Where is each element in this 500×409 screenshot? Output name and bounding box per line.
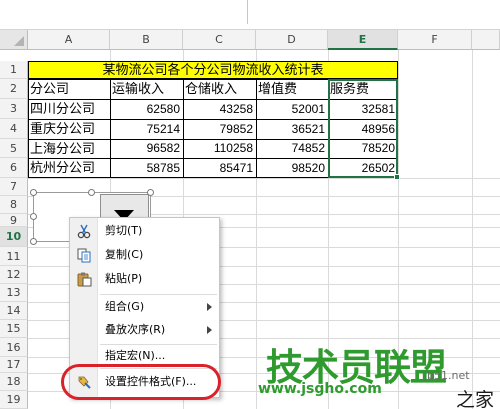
table-cell[interactable]: 52001 (256, 99, 328, 119)
table-cell[interactable]: 74852 (256, 139, 328, 158)
resize-handle[interactable] (30, 238, 37, 245)
row-header-6[interactable]: 6 (0, 158, 28, 178)
sheet-title-cell[interactable]: 某物流公司各个分公司物流收入统计表 (28, 61, 398, 79)
menu-separator (100, 294, 217, 295)
row-header-9[interactable]: 9 (0, 214, 28, 227)
row-header-3[interactable]: 3 (0, 99, 28, 119)
row-header-7[interactable]: 7 (0, 178, 28, 196)
column-header-f[interactable]: F (398, 30, 472, 50)
table-cell[interactable]: 98520 (256, 158, 328, 178)
menu-item-order[interactable]: 叠放次序(R) (70, 319, 219, 341)
select-all-triangle-icon (14, 36, 24, 46)
row-header-15[interactable]: 15 (0, 320, 28, 338)
select-all-button[interactable] (0, 30, 28, 50)
watermark-url: www.jsgho.com (258, 381, 382, 397)
menu-item-paste[interactable]: 粘贴(P) (70, 268, 219, 290)
row-header-18[interactable]: 18 (0, 373, 28, 391)
row-header-17[interactable]: 17 (0, 357, 28, 373)
column-header-g[interactable] (472, 30, 500, 50)
resize-handle[interactable] (30, 213, 37, 220)
column-header-d[interactable]: D (256, 30, 328, 50)
table-cell-branch[interactable]: 重庆分公司 (28, 119, 110, 139)
row-header-13[interactable]: 13 (0, 284, 28, 302)
gridline (28, 178, 500, 179)
row-header-8[interactable]: 8 (0, 196, 28, 214)
column-header-e[interactable]: E (328, 30, 398, 50)
menu-item-label: 组合(G) (105, 300, 145, 313)
table-cell[interactable]: 48956 (328, 119, 398, 139)
header-cell-value-added[interactable]: 增值费 (256, 79, 328, 99)
header-cell-branch[interactable]: 分公司 (28, 79, 110, 99)
table-cell[interactable]: 85471 (183, 158, 256, 178)
column-header-b[interactable]: B (110, 30, 183, 50)
table-cell[interactable]: 110258 (183, 139, 256, 158)
formula-bar-edge (247, 0, 248, 24)
resize-handle[interactable] (88, 189, 95, 196)
table-cell[interactable]: 79852 (183, 119, 256, 139)
row-header-4[interactable]: 4 (0, 119, 28, 139)
menu-item-copy[interactable]: 复制(C) (70, 244, 219, 266)
menu-item-label: 剪切(T) (105, 224, 143, 237)
table-cell[interactable]: 78520 (328, 139, 398, 158)
table-cell[interactable]: 43258 (183, 99, 256, 119)
table-cell-branch[interactable]: 杭州分公司 (28, 158, 110, 178)
column-header-a[interactable]: A (28, 30, 110, 50)
table-cell-branch[interactable]: 上海分公司 (28, 139, 110, 158)
table-cell[interactable]: 26502 (328, 158, 398, 178)
row-header-14[interactable]: 14 (0, 302, 28, 320)
header-cell-service[interactable]: 服务费 (328, 79, 398, 99)
table-cell[interactable]: 96582 (110, 139, 183, 158)
scissors-icon (76, 223, 92, 239)
row-header-11[interactable]: 11 (0, 247, 28, 266)
menu-item-label: 叠放次序(R) (105, 323, 166, 336)
menu-item-group[interactable]: 组合(G) (70, 296, 219, 318)
column-header-c[interactable]: C (183, 30, 256, 50)
menu-item-cut[interactable]: 剪切(T) (70, 220, 219, 242)
submenu-arrow-icon (207, 303, 212, 311)
table-cell[interactable]: 62580 (110, 99, 183, 119)
menu-item-label: 复制(C) (105, 248, 144, 261)
table-cell-branch[interactable]: 四川分公司 (28, 99, 110, 119)
highlight-annotation (61, 364, 221, 400)
submenu-arrow-icon (207, 326, 212, 334)
menu-item-label: 粘贴(P) (105, 272, 143, 285)
row-header-16[interactable]: 16 (0, 338, 28, 357)
row-header-12[interactable]: 12 (0, 266, 28, 284)
row-header-2[interactable]: 2 (0, 79, 28, 99)
header-cell-storage[interactable]: 仓储收入 (183, 79, 256, 99)
copy-icon (76, 247, 92, 263)
paste-icon (76, 271, 92, 287)
formula-bar-area (0, 0, 500, 30)
watermark-zhi: 之家 (456, 389, 495, 409)
resize-handle[interactable] (147, 189, 154, 196)
gridline (472, 50, 473, 409)
table-cell[interactable]: 36521 (256, 119, 328, 139)
header-cell-transport[interactable]: 运输收入 (110, 79, 183, 99)
table-cell[interactable]: 75214 (110, 119, 183, 139)
resize-handle[interactable] (30, 189, 37, 196)
row-header-19[interactable]: 19 (0, 391, 28, 409)
fill-handle[interactable] (394, 174, 400, 180)
table-cell[interactable]: 58785 (110, 158, 183, 178)
table-cell[interactable]: 32581 (328, 99, 398, 119)
row-header-10[interactable]: 10 (0, 227, 28, 247)
row-header-1[interactable]: 1 (0, 61, 28, 79)
watermark-site: jb51.net (424, 369, 470, 382)
row-header-5[interactable]: 5 (0, 139, 28, 158)
